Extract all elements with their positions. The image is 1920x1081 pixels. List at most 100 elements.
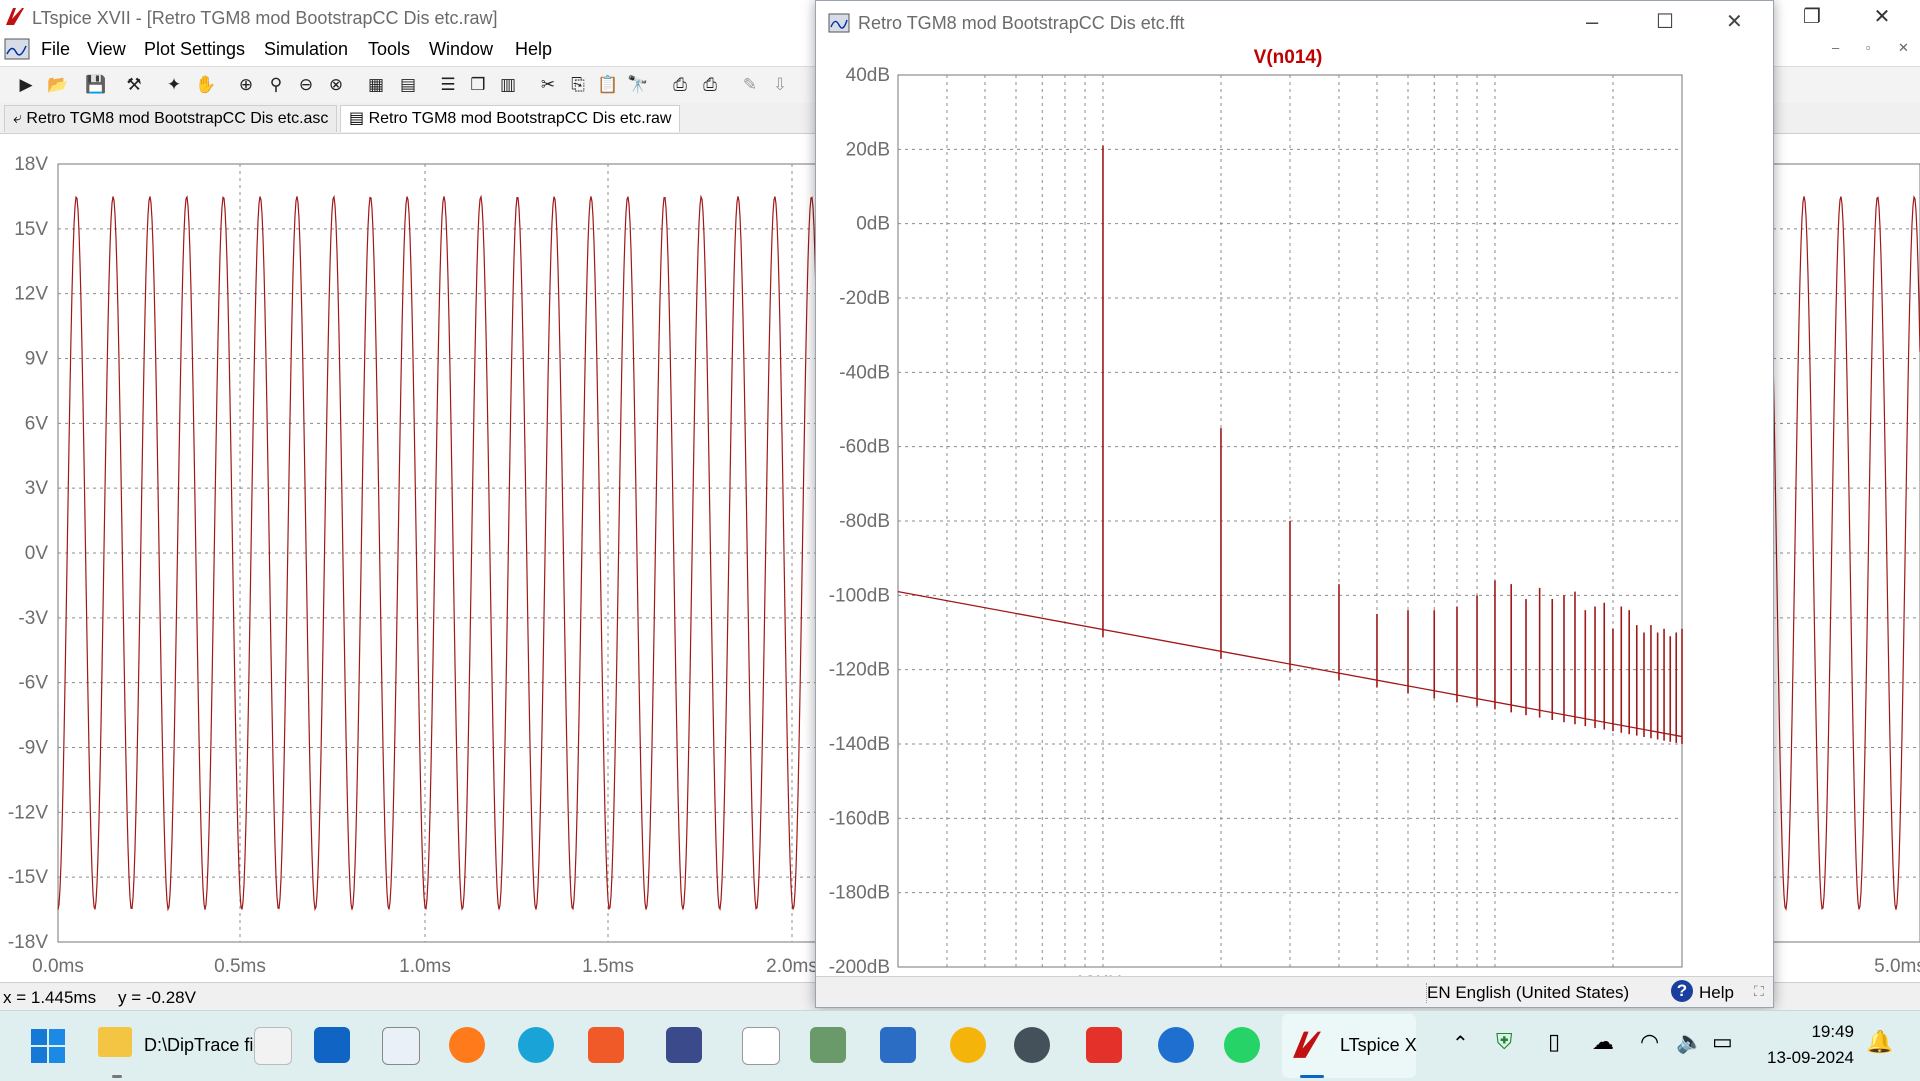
windows-start-icon[interactable] — [30, 1028, 66, 1064]
close-icon[interactable]: ✕ — [1726, 9, 1743, 34]
y-tick-label: 40dB — [846, 65, 890, 86]
menu-plot-settings[interactable]: Plot Settings — [144, 39, 245, 60]
zoom-out-icon[interactable]: ⊖ — [294, 73, 318, 97]
autorange-icon[interactable]: ▦ — [364, 73, 388, 97]
minimize-icon[interactable]: – — [1586, 9, 1598, 35]
menu-window[interactable]: Window — [429, 39, 493, 60]
pan-icon[interactable]: ✋ — [194, 73, 218, 97]
clock-time[interactable]: 19:49 — [1784, 1022, 1854, 1042]
y-tick-label: -160dB — [829, 808, 890, 829]
tile-vertical-icon[interactable]: ▥ — [496, 73, 520, 97]
active-indicator — [1300, 1075, 1324, 1078]
clock-date[interactable]: 13-09-2024 — [1756, 1048, 1854, 1068]
fft-window[interactable]: Retro TGM8 mod BootstrapCC Dis etc.fft –… — [815, 0, 1774, 1008]
circuit-app-icon[interactable] — [810, 1027, 846, 1063]
mdi-close-icon[interactable]: ✕ — [1898, 40, 1909, 56]
document-icon[interactable] — [4, 36, 30, 62]
menu-tools[interactable]: Tools — [368, 39, 410, 60]
tab-schematic[interactable]: ⤶ Retro TGM8 mod BootstrapCC Dis etc.asc — [4, 105, 338, 132]
zoom-fit-icon[interactable]: ⊗ — [324, 73, 348, 97]
menu-file[interactable]: File — [41, 39, 70, 60]
wifi-icon[interactable]: ◠ — [1640, 1029, 1659, 1055]
paste-icon[interactable]: 📋 — [596, 73, 620, 97]
control-panel-icon[interactable]: ⚒ — [122, 73, 146, 97]
y-tick-label: 20dB — [846, 139, 890, 160]
mdi-restore-icon[interactable]: ▫ — [1866, 40, 1871, 55]
explorer-task-label[interactable]: D:\DipTrace file — [144, 1035, 267, 1056]
security-app-icon[interactable] — [1158, 1027, 1194, 1063]
chevron-up-icon[interactable]: ⌃ — [1452, 1031, 1469, 1056]
halt-icon[interactable]: ✦ — [162, 73, 186, 97]
menu-help[interactable]: Help — [515, 39, 552, 60]
alien-icon[interactable] — [742, 1027, 780, 1065]
fft-plot[interactable]: V(n014) 40dB 20dB 0dB -20dB -40dB -60dB -80dB -1… — [816, 45, 1773, 980]
copy-icon[interactable]: ⎘ — [566, 73, 590, 97]
wps-icon[interactable] — [1086, 1027, 1122, 1063]
find-icon[interactable]: 🔭 — [626, 73, 650, 97]
photos-icon[interactable] — [382, 1027, 420, 1065]
fft-status-bar: EN English (United States) ? Help ⛶ — [816, 976, 1773, 1007]
y-tick-label: -200dB — [829, 957, 890, 978]
y-tick-label: -60dB — [839, 437, 890, 458]
y-tick-label: 0dB — [856, 214, 890, 235]
help-label[interactable]: Help — [1699, 983, 1734, 1003]
pencil-icon[interactable]: ✎ — [738, 73, 762, 97]
cut-icon[interactable]: ✂ — [536, 73, 560, 97]
maximize-icon[interactable]: ☐ — [1656, 9, 1674, 34]
app-icon[interactable] — [666, 1027, 702, 1063]
print-preview-icon[interactable]: ⎙ — [698, 73, 722, 97]
smiley-app-icon[interactable] — [950, 1027, 986, 1063]
zoom-in-icon[interactable]: ⊕ — [234, 73, 258, 97]
resize-grip-icon[interactable]: ⛶ — [1754, 983, 1764, 1000]
language-indicator[interactable]: EN English (United States) — [1427, 983, 1629, 1003]
schematic-icon: ⤶ — [13, 110, 27, 127]
steam-icon[interactable] — [1014, 1027, 1050, 1063]
cascade-icon[interactable]: ❒ — [466, 73, 490, 97]
print-icon[interactable]: ⎙ — [668, 73, 692, 97]
notepad-icon[interactable] — [254, 1027, 292, 1065]
edge-icon[interactable] — [518, 1027, 554, 1063]
y-tick-label: 6V — [25, 413, 49, 434]
file-explorer-icon[interactable] — [98, 1027, 132, 1057]
y-tick-label: 0V — [25, 543, 49, 564]
volume-icon[interactable]: 🔈 — [1676, 1029, 1703, 1055]
open-icon[interactable]: 📂 — [46, 73, 70, 97]
whatsapp-icon[interactable] — [1224, 1027, 1260, 1063]
trace-label: V(n014) — [1254, 47, 1323, 68]
waveform-window-icon — [828, 13, 850, 33]
mark-icon[interactable]: ▤ — [396, 73, 420, 97]
save-icon[interactable]: 💾 — [84, 73, 108, 97]
firefox-icon[interactable] — [449, 1027, 485, 1063]
onedrive-icon[interactable]: ☁ — [1592, 1029, 1614, 1055]
bookmark-app-icon[interactable] — [880, 1027, 916, 1063]
x-tick-label: 0.0ms — [32, 956, 84, 977]
notification-bell-icon[interactable]: 🔔 — [1866, 1029, 1893, 1055]
ltspice-logo-icon — [6, 8, 24, 25]
restore-icon[interactable]: ❐ — [1792, 4, 1832, 29]
outlook-icon[interactable] — [314, 1027, 350, 1063]
y-tick-label: -18V — [8, 932, 48, 953]
brave-icon[interactable] — [588, 1027, 624, 1063]
ltspice-task-label[interactable]: LTspice X — [1340, 1035, 1417, 1056]
mdi-minimize-icon[interactable]: – — [1832, 40, 1839, 55]
tab-waveform[interactable]: ▤ Retro TGM8 mod BootstrapCC Dis etc.raw — [340, 105, 681, 132]
menu-simulation[interactable]: Simulation — [264, 39, 348, 60]
y-tick-label: -140dB — [829, 734, 890, 755]
close-icon[interactable]: ✕ — [1862, 4, 1902, 29]
x-tick-label: 5.0ms — [1874, 956, 1920, 977]
help-icon[interactable]: ? — [1671, 980, 1693, 1002]
defender-icon[interactable]: ⛨ — [1496, 1029, 1513, 1055]
run-icon[interactable]: ▶ — [14, 73, 38, 97]
fft-title-bar: Retro TGM8 mod BootstrapCC Dis etc.fft –… — [816, 1, 1773, 45]
y-tick-label: -15V — [8, 867, 48, 888]
tile-horizontal-icon[interactable]: ☰ — [436, 73, 460, 97]
menu-view[interactable]: View — [87, 39, 126, 60]
y-tick-label: -180dB — [829, 883, 890, 904]
arrow-down-icon[interactable]: ⇩ — [768, 73, 792, 97]
taskbar: D:\DipTrace file LTspice X ⌃ ⛨ ▯ ☁ ◠ 🔈 ▭… — [0, 1010, 1920, 1081]
y-tick-label: -12V — [8, 802, 48, 823]
zoom-area-icon[interactable]: ⚲ — [264, 73, 288, 97]
usb-icon[interactable]: ▯ — [1548, 1029, 1560, 1055]
battery-icon[interactable]: ▭ — [1712, 1029, 1733, 1055]
fft-window-title: Retro TGM8 mod BootstrapCC Dis etc.fft — [858, 13, 1185, 33]
